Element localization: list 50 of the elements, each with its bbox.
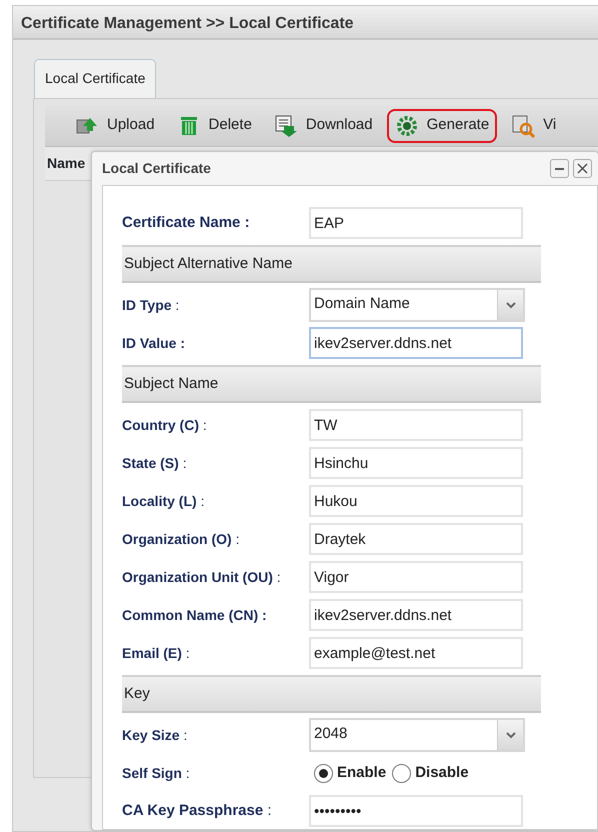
column-header: Name [46, 154, 86, 173]
input-field[interactable]: EAP [309, 207, 523, 239]
radio-button[interactable] [392, 764, 412, 782]
close-button[interactable] [573, 159, 592, 178]
input-field[interactable]: ikev2server.ddns.net [309, 327, 523, 359]
chevron-down-icon [506, 302, 516, 308]
field-label: Country (C) : [122, 416, 208, 435]
field-label: Email (E) : [122, 644, 191, 663]
radio-option[interactable]: Disable [392, 762, 469, 784]
field-label: Organization Unit (OU) : [122, 568, 282, 587]
input-field[interactable]: Hsinchu [309, 447, 523, 479]
download-icon [274, 114, 298, 138]
magnifier-icon [511, 114, 536, 138]
input-field[interactable]: Draytek [309, 523, 523, 555]
toolbar-button[interactable]: Vi [503, 108, 564, 142]
toolbar-button[interactable]: Upload [67, 108, 163, 142]
dropdown[interactable]: Domain Name [309, 288, 525, 322]
minimize-button[interactable] [550, 159, 569, 178]
radio-button[interactable] [314, 764, 333, 782]
tab[interactable]: Local Certificate [34, 59, 156, 98]
field-label: ID Value : [122, 334, 186, 352]
input-field[interactable]: ••••••••• [309, 795, 523, 827]
field-label: Common Name (CN) : [122, 606, 268, 625]
page-title: Certificate Management >> Local Certificate [21, 15, 354, 32]
input-field[interactable]: ikev2server.ddns.net [309, 599, 523, 631]
toolbar-button[interactable]: Download [266, 108, 381, 142]
dialog-title: Local Certificate [102, 159, 211, 178]
section-header: Subject Alternative Name [122, 245, 541, 283]
field-label: Self Sign : [122, 764, 191, 783]
field-label: ID Type : [122, 296, 180, 315]
input-field[interactable]: TW [309, 409, 523, 441]
toolbar-button[interactable]: Delete [168, 108, 260, 142]
field-label: Locality (L) : [122, 492, 206, 511]
field-label: Key Size : [122, 726, 188, 745]
field-label: State (S) : [122, 454, 188, 473]
field-label: Organization (O) : [122, 530, 240, 549]
section-header: Key [122, 675, 541, 713]
dropdown[interactable]: 2048 [309, 718, 525, 752]
input-field[interactable]: Vigor [309, 561, 523, 593]
input-field[interactable]: example@test.net [309, 637, 523, 669]
toolbar-button[interactable]: Generate [386, 108, 498, 142]
input-field[interactable]: Hukou [309, 485, 523, 517]
field-label: CA Key Passphrase : [122, 800, 273, 821]
gear-icon [394, 114, 419, 138]
field-label: Certificate Name : [122, 212, 251, 233]
section-header: Subject Name [122, 365, 541, 403]
minimize-icon [555, 168, 564, 170]
close-icon [577, 163, 588, 174]
chevron-down-icon [506, 732, 516, 738]
radio-option[interactable]: Enable [314, 762, 386, 784]
